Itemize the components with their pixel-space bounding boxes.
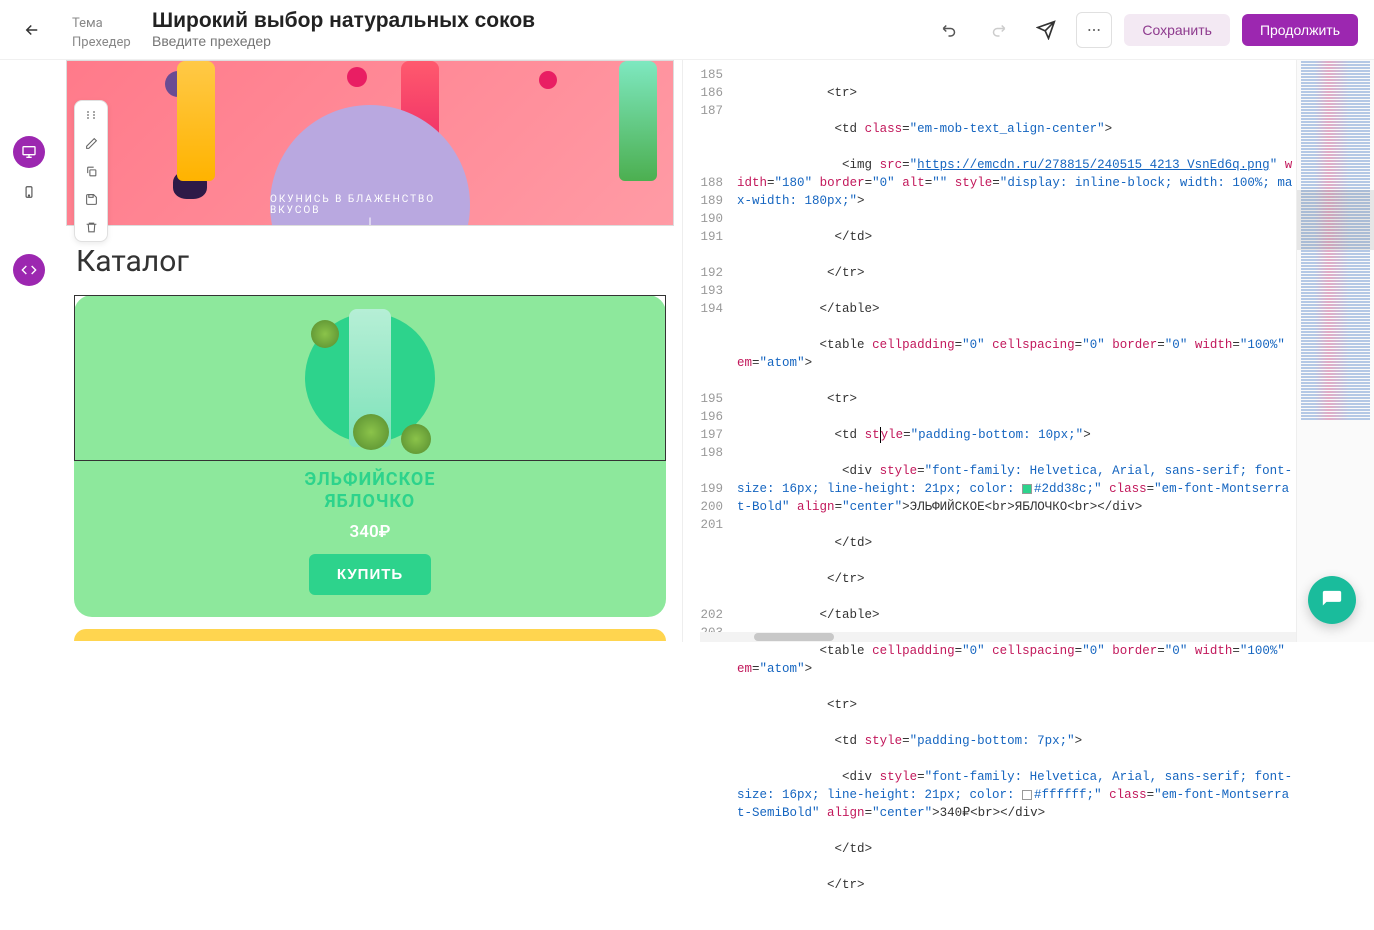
apple-image (353, 414, 389, 450)
send-button[interactable] (1028, 12, 1064, 48)
code-content[interactable]: <tr> <td class="em-mob-text_align-center… (731, 60, 1296, 642)
delete-tool[interactable] (75, 213, 107, 241)
minimap-viewport[interactable] (1297, 190, 1374, 250)
bottle-image (619, 61, 657, 181)
arrow-down-icon: ↓ (364, 209, 376, 226)
product-image-frame[interactable] (74, 295, 666, 461)
product-price: 340₽ (74, 522, 666, 542)
block-toolbar (74, 100, 108, 242)
desktop-view-button[interactable] (13, 136, 45, 168)
view-rail (0, 60, 58, 642)
code-view-button[interactable] (13, 254, 45, 286)
catalog-heading: Каталог (76, 244, 674, 279)
more-button[interactable] (1076, 12, 1112, 48)
save-button[interactable]: Сохранить (1124, 14, 1230, 46)
horizontal-scrollbar[interactable] (700, 632, 1296, 642)
product-card[interactable]: ЭЛЬФИЙСКОЕЯБЛОЧКО 340₽ КУПИТЬ (74, 295, 666, 617)
hero-block[interactable]: ОКУНИСЬ В БЛАЖЕНСТВО ВКУСОВ ↓ (66, 60, 674, 226)
title-area: Тема Прехедер (72, 9, 932, 50)
apple-image (401, 424, 431, 454)
theme-label: Тема (72, 16, 136, 31)
copy-tool[interactable] (75, 157, 107, 185)
preheader-input[interactable] (152, 33, 932, 49)
next-card-hint (74, 629, 666, 641)
code-editor[interactable]: 185 186 187 188 189 190 191 192 193 194 … (682, 60, 1374, 642)
apple-image (311, 320, 339, 348)
undo-button[interactable] (932, 12, 968, 48)
drag-handle[interactable] (75, 101, 107, 129)
minimap[interactable]: document.write(Array.from({length:120},(… (1296, 60, 1374, 642)
line-gutter: 185 186 187 188 189 190 191 192 193 194 … (683, 60, 731, 642)
edit-tool[interactable] (75, 129, 107, 157)
product-title: ЭЛЬФИЙСКОЕЯБЛОЧКО (74, 469, 666, 512)
continue-button[interactable]: Продолжить (1242, 14, 1358, 46)
chat-bubble[interactable] (1308, 576, 1356, 624)
back-button[interactable] (16, 14, 48, 46)
preview-panel: ОКУНИСЬ В БЛАЖЕНСТВО ВКУСОВ ↓ Каталог (58, 60, 682, 642)
redo-button[interactable] (980, 12, 1016, 48)
preheader-label: Прехедер (72, 35, 136, 50)
hero-cta-circle: ОКУНИСЬ В БЛАЖЕНСТВО ВКУСОВ (270, 105, 470, 226)
buy-button[interactable]: КУПИТЬ (309, 554, 431, 595)
mobile-view-button[interactable] (13, 176, 45, 208)
bottle-image (177, 61, 215, 181)
save-tool[interactable] (75, 185, 107, 213)
theme-input[interactable] (152, 9, 932, 33)
